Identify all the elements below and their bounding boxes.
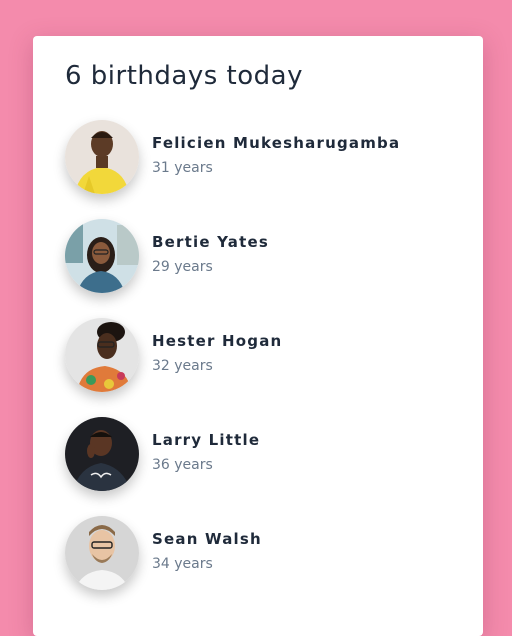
card-title: 6 birthdays today: [65, 61, 303, 91]
person-age: 36 years: [152, 457, 213, 473]
person-name: Hester Hogan: [152, 332, 283, 350]
person-name: Bertie Yates: [152, 233, 269, 251]
birthday-card: 6 birthdays today Felicien Mukesharugamb…: [33, 36, 483, 636]
person-name: Larry Little: [152, 431, 261, 449]
person-age: 32 years: [152, 358, 213, 374]
person-photo-icon: [65, 516, 139, 590]
person-name: Sean Walsh: [152, 530, 262, 548]
avatar: [65, 318, 139, 392]
person-age: 34 years: [152, 556, 213, 572]
avatar: [65, 120, 139, 194]
avatar: [65, 417, 139, 491]
person-age: 29 years: [152, 259, 213, 275]
avatar: [65, 219, 139, 293]
avatar: [65, 516, 139, 590]
person-name: Felicien Mukesharugamba: [152, 134, 401, 152]
person-photo-icon: [65, 318, 139, 392]
person-photo-icon: [65, 120, 139, 194]
person-photo-icon: [65, 219, 139, 293]
person-age: 31 years: [152, 160, 213, 176]
person-photo-icon: [65, 417, 139, 491]
